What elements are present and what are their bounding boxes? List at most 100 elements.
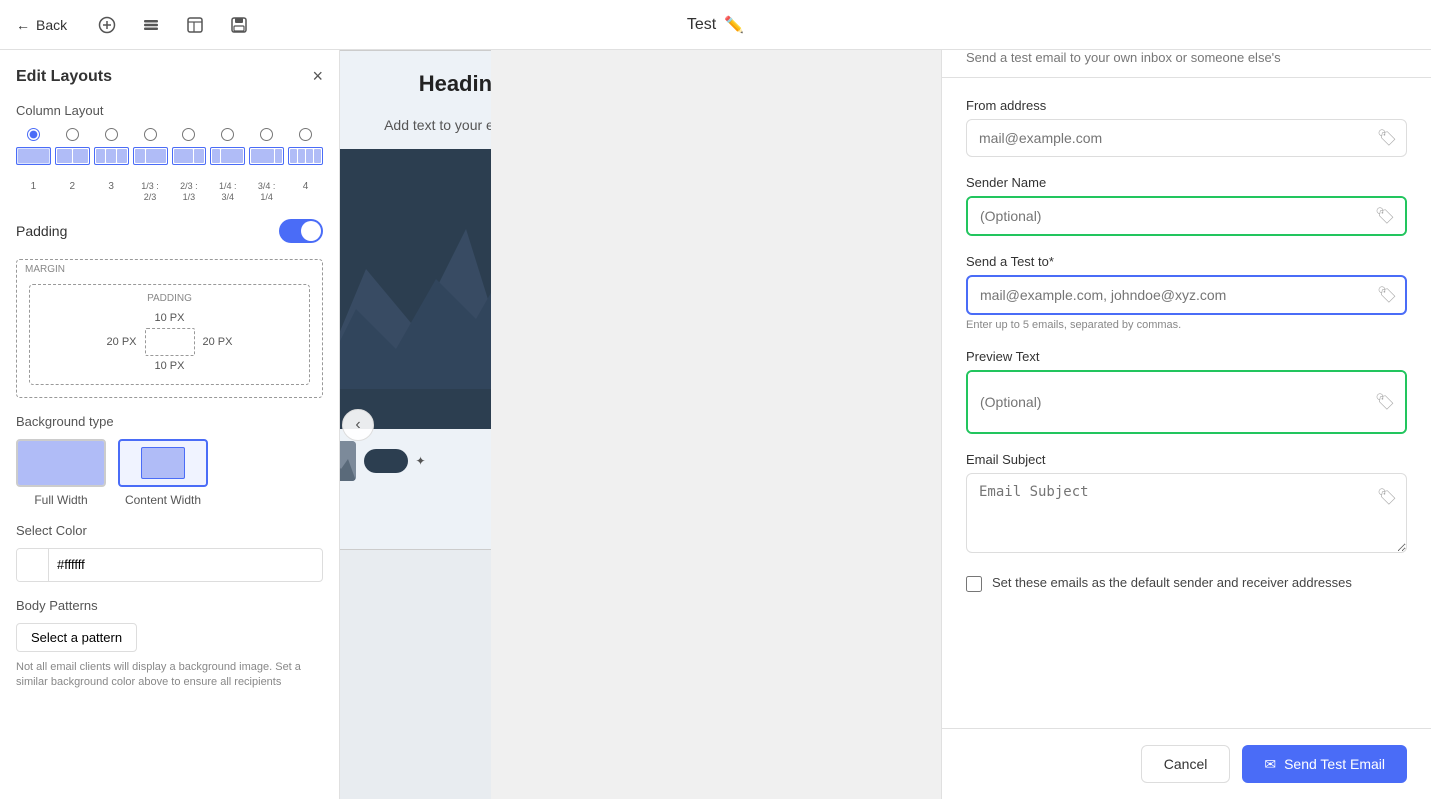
- email-subject-group: Email Subject 🏷: [966, 452, 1407, 556]
- col-box-1[interactable]: [16, 147, 51, 165]
- col-box-2-3[interactable]: [172, 147, 207, 165]
- bg-content-width[interactable]: Content Width: [118, 439, 208, 507]
- col-radio-3[interactable]: [94, 128, 129, 141]
- margin-label: MARGIN: [25, 264, 65, 275]
- bg-type-options: Full Width Content Width: [16, 439, 323, 507]
- bg-type-label: Background type: [16, 414, 323, 429]
- send-to-label: Send a Test to*: [966, 254, 1407, 269]
- from-address-wrap: 🏷: [966, 119, 1407, 157]
- send-to-wrap: 🏷: [966, 275, 1407, 315]
- email-subject-wrap: 🏷: [966, 473, 1407, 556]
- default-checkbox[interactable]: [966, 576, 982, 592]
- right-subtitle: Send a test email to your own inbox or s…: [966, 50, 1281, 65]
- default-checkbox-row: Set these emails as the default sender a…: [966, 574, 1407, 592]
- padding-right: 20 PX: [203, 336, 233, 348]
- add-tool[interactable]: [91, 9, 123, 41]
- send-test-email-button[interactable]: ✉ Send Test Email: [1242, 745, 1407, 783]
- canvas-content: Heading Add text to your e... ✦ ‹: [340, 50, 491, 799]
- col-radio-1[interactable]: [16, 128, 51, 141]
- email-subject-label: Email Subject: [966, 452, 1407, 467]
- col-radio-4[interactable]: [133, 128, 168, 141]
- toggle-pill[interactable]: [364, 449, 408, 473]
- layers-tool[interactable]: [135, 9, 167, 41]
- email-subtext: Add text to your e...: [340, 117, 491, 149]
- col-label-1: 1: [16, 181, 51, 203]
- col-box-1-4[interactable]: [210, 147, 245, 165]
- preview-text-wrap: 🏷: [968, 372, 1405, 432]
- send-to-group: Send a Test to* 🏷 Enter up to 5 emails, …: [966, 254, 1407, 331]
- panel-title: Edit Layouts: [16, 68, 112, 86]
- send-to-input[interactable]: [966, 275, 1407, 315]
- back-arrow-icon: ←: [16, 17, 30, 33]
- bg-full-width-box: [16, 439, 106, 487]
- padding-bottom: 10 PX: [155, 360, 185, 372]
- page-title: Test ✏️: [687, 15, 744, 35]
- col-box-2[interactable]: [55, 147, 90, 165]
- padding-left: 20 PX: [107, 336, 137, 348]
- col-label-2-3: 2/3 :1/3: [172, 181, 207, 203]
- bg-content-width-label: Content Width: [125, 493, 201, 507]
- right-body: From address 🏷 Sender Name 🏷 Send a Test…: [942, 78, 1431, 728]
- from-address-input[interactable]: [966, 119, 1407, 157]
- col-label-1-3: 1/3 :2/3: [133, 181, 168, 203]
- thumbnail: [340, 441, 356, 481]
- bg-full-width[interactable]: Full Width: [16, 439, 106, 507]
- right-panel: Test Email Send a test email to your own…: [941, 0, 1431, 799]
- color-text-input[interactable]: [49, 553, 322, 576]
- default-checkbox-label: Set these emails as the default sender a…: [992, 574, 1352, 592]
- nav-tools: [91, 9, 255, 41]
- col-label-3-4: 3/4 :1/4: [249, 181, 284, 203]
- padding-label: Padding: [16, 223, 67, 239]
- preview-text-group: Preview Text 🏷: [966, 349, 1407, 434]
- padding-toggle-row: Padding: [16, 219, 323, 243]
- col-box-1-3[interactable]: [133, 147, 168, 165]
- col-radio-6[interactable]: [210, 128, 245, 141]
- margin-diagram: MARGIN PADDING 10 PX 20 PX 20 PX 10 PX: [16, 259, 323, 398]
- back-button[interactable]: ← Back: [16, 17, 67, 33]
- email-heading: Heading: [340, 51, 491, 117]
- panel-close-button[interactable]: ×: [312, 66, 323, 87]
- sender-name-input[interactable]: [968, 198, 1405, 234]
- padding-inner-box: [145, 328, 195, 356]
- from-address-label: From address: [966, 98, 1407, 113]
- col-radio-7[interactable]: [249, 128, 284, 141]
- left-panel: Edit Layouts × Column Layout: [0, 50, 340, 799]
- col-box-3[interactable]: [94, 147, 129, 165]
- body-patterns-label: Body Patterns: [16, 598, 323, 613]
- edit-title-icon[interactable]: ✏️: [724, 15, 744, 35]
- padding-label-inner: PADDING: [147, 293, 192, 304]
- padding-toggle[interactable]: [279, 219, 323, 243]
- main-canvas: Heading Add text to your e... ✦ ‹: [340, 50, 491, 799]
- save-tool[interactable]: [223, 9, 255, 41]
- bg-full-width-label: Full Width: [34, 493, 87, 507]
- cancel-button[interactable]: Cancel: [1141, 745, 1231, 783]
- color-swatch[interactable]: [17, 549, 49, 581]
- color-row: Select Color: [16, 523, 323, 582]
- col-labels: 1 2 3 1/3 :2/3 2/3 :1/3 1/4 :3/4 3/4 :1/…: [16, 181, 323, 203]
- sender-name-focus-wrap: 🏷: [966, 196, 1407, 236]
- col-radio-8[interactable]: [288, 128, 323, 141]
- top-nav: ← Back Test ✏️: [0, 0, 1431, 50]
- preview-text-focus-wrap: 🏷: [966, 370, 1407, 434]
- col-label-3: 3: [94, 181, 129, 203]
- send-to-hint: Enter up to 5 emails, separated by comma…: [966, 319, 1407, 331]
- preview-text-input[interactable]: [968, 372, 1405, 432]
- email-image: [340, 149, 491, 429]
- send-label: Send Test Email: [1284, 756, 1385, 772]
- col-box-3-4[interactable]: [249, 147, 284, 165]
- col-box-4[interactable]: [288, 147, 323, 165]
- preview-text-label: Preview Text: [966, 349, 1407, 364]
- col-label-4: 4: [288, 181, 323, 203]
- prev-button[interactable]: ‹: [342, 409, 374, 441]
- col-radio-5[interactable]: [172, 128, 207, 141]
- padding-horiz: 20 PX 20 PX: [107, 328, 233, 356]
- col-label-2: 2: [55, 181, 90, 203]
- select-pattern-button[interactable]: Select a pattern: [16, 623, 137, 652]
- send-icon: ✉: [1264, 756, 1276, 773]
- col-radio-2[interactable]: [55, 128, 90, 141]
- bg-content-width-inner: [141, 447, 185, 479]
- template-tool[interactable]: [179, 9, 211, 41]
- email-preview: Heading Add text to your e... ✦: [340, 50, 491, 550]
- pattern-note: Not all email clients will display a bac…: [16, 660, 323, 691]
- email-subject-input[interactable]: [966, 473, 1407, 553]
